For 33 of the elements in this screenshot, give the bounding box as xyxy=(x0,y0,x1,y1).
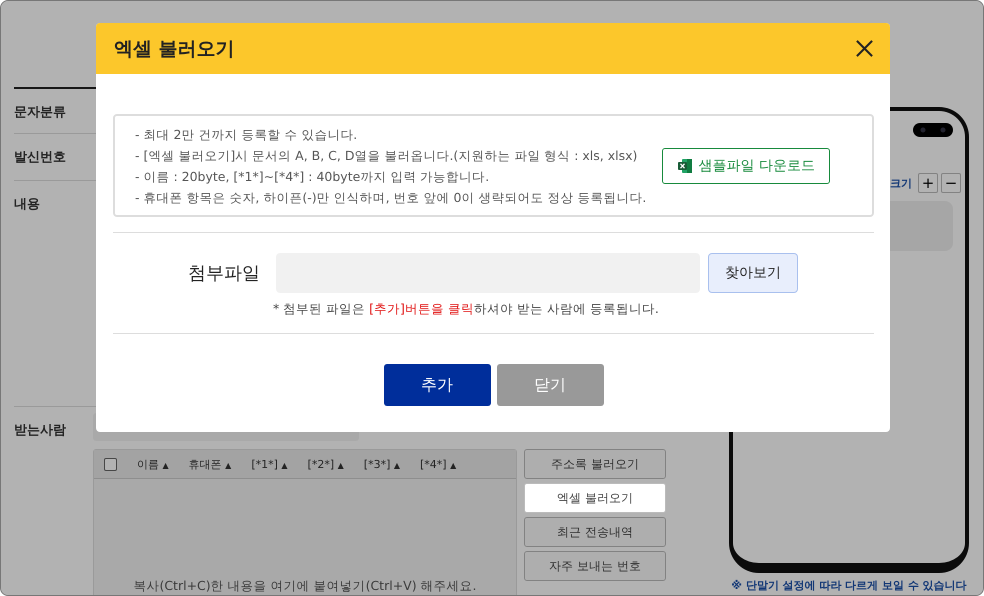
add-button[interactable]: 추가 xyxy=(384,364,490,406)
column-header[interactable]: [*2*] ▲ xyxy=(308,458,344,470)
field-label: 첨부파일 xyxy=(187,262,261,285)
preview-note: ※ 단말기 설정에 따라 다르게 보일 수 있습니다 xyxy=(731,578,967,593)
paste-hint: 복사(Ctrl+C)한 내용을 여기에 붙여넣기(Ctrl+V) 해주세요. xyxy=(133,578,477,595)
load-button[interactable]: 자주 보내는 번호 xyxy=(524,551,666,581)
column-header[interactable]: [*1*] ▲ xyxy=(251,458,288,470)
close-icon[interactable] xyxy=(855,39,874,58)
info-text: - [엑셀 불러오기]시 문서의 A, B, C, D열을 불러옵니다.(지원하는 파일 형식 : xls, xlsx) xyxy=(135,146,638,164)
column-header[interactable]: [*3*] ▲ xyxy=(364,458,400,470)
field-label: 받는사람 xyxy=(14,422,67,440)
field-label: 문자분류 xyxy=(14,104,67,122)
info-text: - 휴대폰 항목은 숫자, 하이픈(-)만 인식하며, 번호 앞에 0이 생략되어도 정상 등록됩니다. xyxy=(135,188,646,206)
field-label: 내용 xyxy=(14,196,41,214)
checkbox[interactable] xyxy=(104,458,117,470)
column-header[interactable]: 이름 ▲ xyxy=(137,456,169,472)
sample-download-button[interactable]: 샘플파일 다운로드 xyxy=(662,148,830,184)
load-button[interactable]: 엑셀 불러오기 xyxy=(524,483,666,513)
size-label: 크기 xyxy=(890,176,912,190)
zoom-out-button[interactable]: − xyxy=(941,173,961,193)
field-label: 발신번호 xyxy=(14,149,67,167)
browse-button[interactable]: 찾아보기 xyxy=(708,253,798,293)
info-text: - 최대 2만 건까지 등록할 수 있습니다. xyxy=(135,126,358,144)
column-header[interactable]: [*4*] ▲ xyxy=(420,458,456,470)
info-text: - 이름 : 20byte, [*1*]~[*4*] : 40byte까지 입력 가능합니다. xyxy=(135,168,490,186)
zoom-in-button[interactable]: + xyxy=(918,173,938,193)
camera-icon xyxy=(913,123,953,137)
load-button[interactable]: 주소록 불러오기 xyxy=(524,449,666,479)
column-header[interactable]: 휴대폰 ▲ xyxy=(188,456,232,472)
spreadsheet-icon xyxy=(676,158,693,174)
attach-note: * 첨부된 파일은 [추가]버튼을 클릭 하셔야 받는 사람에 등록됩니다. xyxy=(273,301,660,318)
load-button[interactable]: 최근 전송내역 xyxy=(524,517,666,547)
dialog-title: 엑셀 불러오기 xyxy=(114,36,235,62)
